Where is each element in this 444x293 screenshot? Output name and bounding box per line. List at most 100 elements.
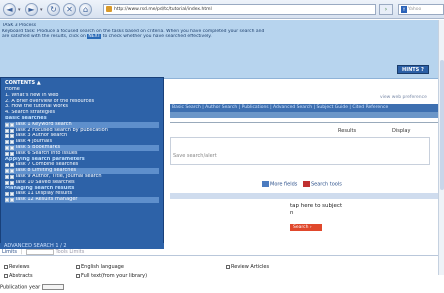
publication-year-label: Publication year <box>0 284 41 291</box>
task-page-icon <box>5 192 9 197</box>
contents-item-label: Task 11 Display results <box>15 191 73 197</box>
contents-item-label: Task 8 Limiting searches <box>15 168 77 174</box>
checkbox-label: English language <box>81 264 124 270</box>
header-line-3: are satisfied with the results, click on… <box>2 34 436 40</box>
back-icon[interactable]: ◄ <box>3 3 16 16</box>
more-fields-icon <box>262 181 269 187</box>
search-engine-icon: Y <box>401 6 407 13</box>
forward-icon[interactable]: ► <box>25 3 38 16</box>
task-check-icon <box>10 180 14 185</box>
contents-item-label: Managing search results <box>5 185 75 191</box>
checkbox-icon[interactable] <box>76 273 80 278</box>
task-check-icon <box>10 174 14 179</box>
home-icon[interactable]: ⌂ <box>79 3 92 16</box>
results-column-header: Results <box>338 128 357 134</box>
task-check-icon <box>10 151 14 156</box>
task-page-icon <box>5 198 9 203</box>
task-check-icon <box>10 192 14 197</box>
preferences-link[interactable]: view web preference <box>380 95 427 100</box>
checkbox-icon[interactable] <box>76 264 80 269</box>
contents-task-item[interactable]: Task 6 Search into issues <box>5 151 159 157</box>
contents-list: Home 1. What's new in web 2. A brief overv… <box>5 87 159 203</box>
divider <box>170 122 438 123</box>
task-page-icon <box>5 151 9 156</box>
contents-title[interactable]: CONTENTS ▲ <box>5 80 159 86</box>
checkbox-icon[interactable] <box>226 264 230 269</box>
refresh-icon[interactable]: ↻ <box>47 3 60 16</box>
task-check-icon <box>10 145 14 150</box>
search-tools-link[interactable]: Search tools <box>311 182 342 188</box>
limits-tools[interactable]: Tools Limits <box>55 249 84 255</box>
checkbox-full-text[interactable]: Full text(from your library) <box>76 273 147 279</box>
contents-item-label: Task 4 Journals <box>15 139 53 145</box>
contents-footer: ADVANCED SEARCH 1 / 2 <box>0 243 164 249</box>
task-page-icon <box>5 145 9 150</box>
contents-item-label: 2. A brief overview of the resources <box>5 98 95 104</box>
scrollbar-thumb[interactable] <box>440 60 444 190</box>
page-scrollbar[interactable] <box>438 20 444 275</box>
task-page-icon <box>5 134 9 139</box>
task-check-icon <box>10 163 14 168</box>
checkbox-abstracts[interactable]: Abstracts <box>4 273 33 279</box>
task-page-icon <box>5 163 9 168</box>
display-column-header: Display <box>392 128 411 134</box>
search-subnav-bar <box>170 112 438 118</box>
checkbox-english[interactable]: English language <box>76 264 124 270</box>
contents-panel: CONTENTS ▲ Home 1. What's new in web 2. A … <box>0 77 164 244</box>
go-button[interactable]: › <box>379 4 393 15</box>
contents-item-label: 1. What's new in web <box>5 92 59 98</box>
task-page-icon <box>5 128 9 133</box>
contents-task-item[interactable]: Task 10 Saved searches <box>5 180 159 186</box>
help-line-2: n <box>290 210 294 216</box>
checkbox-label: Review Articles <box>231 264 270 270</box>
task-page-icon <box>5 122 9 127</box>
checkbox-label: Abstracts <box>9 273 33 279</box>
hints-button[interactable]: HINTS ? <box>397 65 429 74</box>
task-page-icon <box>5 174 9 179</box>
contents-item-label: Basic searches <box>5 115 47 121</box>
header-line-3a: are satisfied with the results, click on <box>2 34 86 39</box>
task-check-icon <box>10 140 14 145</box>
contents-item-label: Task 1 Keyword search <box>15 121 72 127</box>
contents-item-label: Task 5 Bookmarks <box>15 144 61 150</box>
header-line-3b: to check whether you have searched effec… <box>102 34 212 39</box>
publication-year-select[interactable] <box>41 284 64 290</box>
contents-task-item[interactable]: Task 12 Results manager <box>5 197 159 203</box>
favicon-icon <box>106 6 112 12</box>
more-fields-link[interactable]: More fields <box>270 182 297 188</box>
checkbox-label: Reviews <box>9 264 30 270</box>
checkbox-icon[interactable] <box>4 273 8 278</box>
separator: | <box>20 249 23 255</box>
browser-search-input[interactable]: Y Yahoo <box>398 4 444 15</box>
search-options: More fields Search tools <box>262 181 342 188</box>
contents-item-label: Task 9 Author, Title, Journal search <box>15 173 102 179</box>
search-history-box <box>170 137 430 165</box>
contents-item-label: Applying search parameters <box>5 156 85 162</box>
publication-year-row: Publication year <box>0 284 64 291</box>
checkbox-icon[interactable] <box>4 264 8 269</box>
task-check-icon <box>10 198 14 203</box>
search-placeholder: Yahoo <box>408 7 422 12</box>
task-check-icon <box>10 122 14 127</box>
search-button[interactable]: Search › <box>290 224 322 231</box>
help-line-1: tap here to subject <box>290 203 343 209</box>
url-bar[interactable]: http://www.rsd.me/pd/tc/tutorial/index.h… <box>103 4 376 15</box>
task-page-icon <box>5 140 9 145</box>
forward-dropdown-icon[interactable]: ▾ <box>40 7 43 13</box>
contents-item-label: 4. Search strategies <box>5 110 56 116</box>
save-search-link[interactable]: Save search/alert <box>173 153 217 159</box>
limits-input[interactable] <box>25 248 54 255</box>
next-link[interactable]: NEXT <box>87 34 102 39</box>
checkbox-reviews[interactable]: Reviews <box>4 264 29 270</box>
checkbox-review-articles[interactable]: Review Articles <box>226 264 269 270</box>
stop-icon[interactable]: ✕ <box>63 3 76 16</box>
contents-item-label: Task 7 Combine searches <box>15 162 79 168</box>
contents-item-label: 3. How the tutorial works <box>5 104 68 110</box>
task-page-icon <box>5 180 9 185</box>
back-dropdown-icon[interactable]: ▾ <box>18 7 21 13</box>
search-nav-bar[interactable]: Basic Search | Author Search | Publicati… <box>170 104 438 112</box>
task-check-icon <box>10 169 14 174</box>
contents-item-label: Home <box>5 87 20 92</box>
limits-bar: Limits | Tools Limits <box>0 248 438 256</box>
contents-item-label: Task 3 Author search <box>15 133 68 139</box>
